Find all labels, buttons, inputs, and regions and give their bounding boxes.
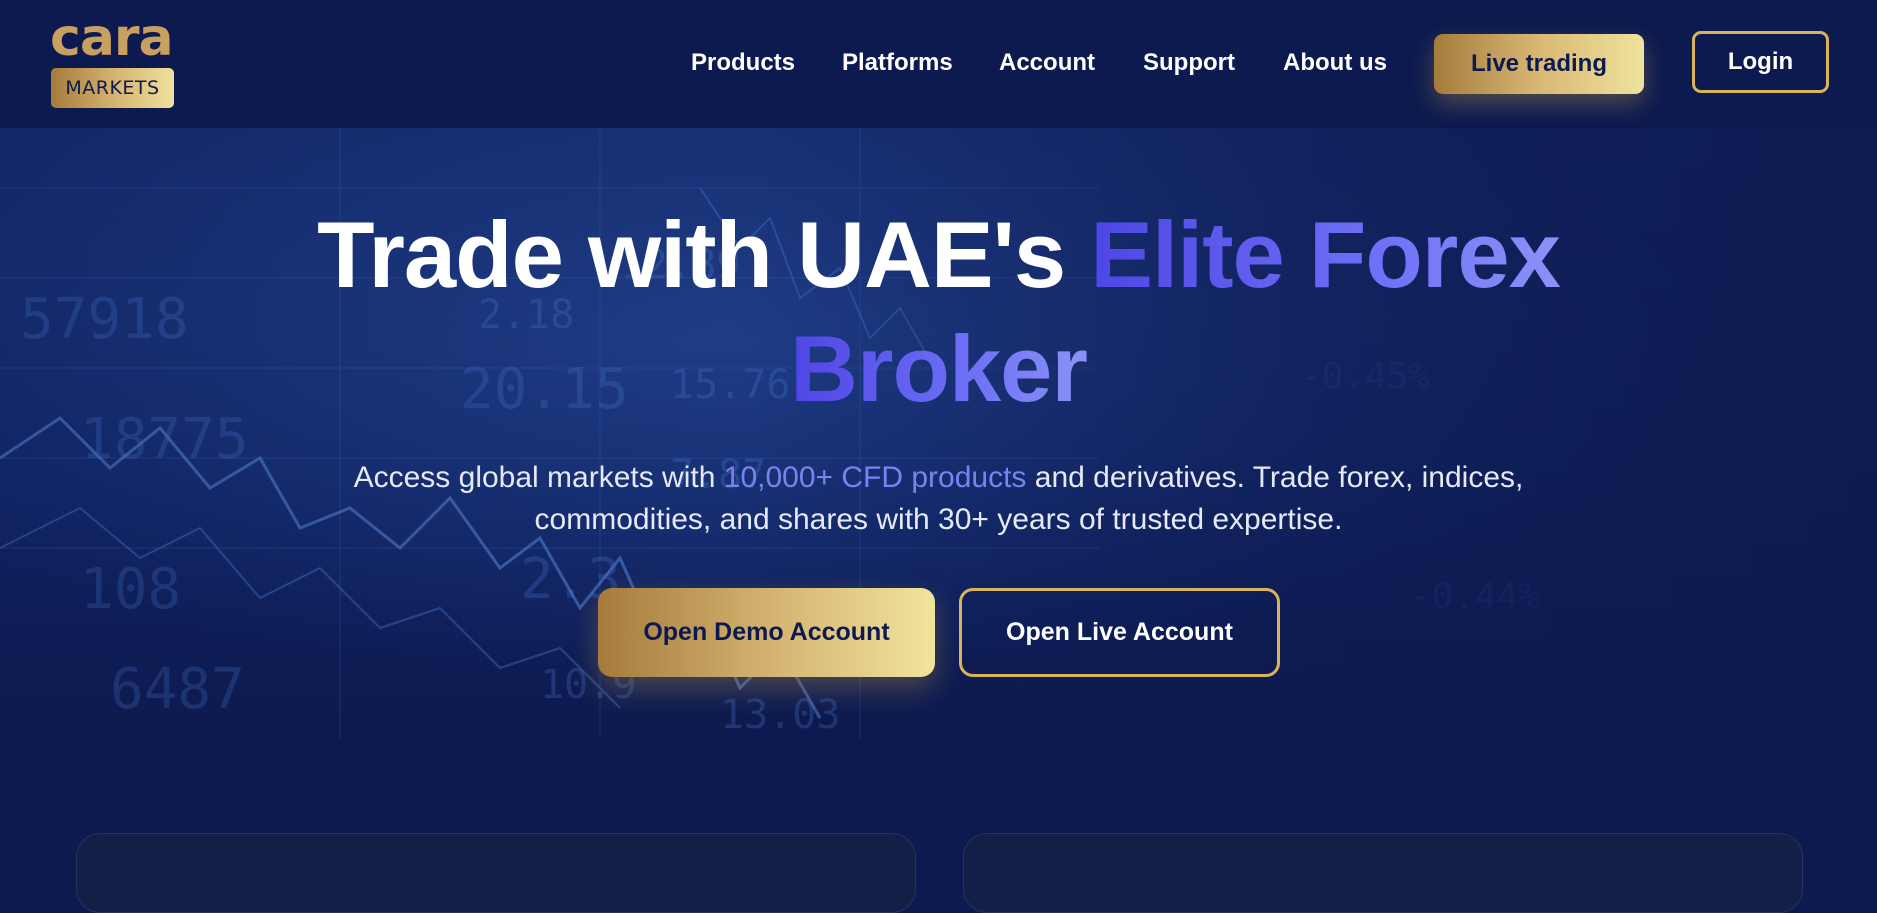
- hero-headline-accent: Elite Forex: [1090, 202, 1561, 307]
- nav-item-about-us[interactable]: About us: [1283, 48, 1387, 78]
- nav-item-platforms[interactable]: Platforms: [842, 48, 953, 78]
- nav-item-support[interactable]: Support: [1143, 48, 1235, 78]
- nav-item-products[interactable]: Products: [691, 48, 795, 78]
- open-live-account-button[interactable]: Open Live Account: [959, 588, 1280, 677]
- feature-card-left: [76, 833, 916, 913]
- logo-wordmark: cara: [50, 8, 174, 68]
- hero-subtext-part-1: Access global markets with: [353, 461, 716, 494]
- hero-subtext-part-2: and derivatives. Trade forex, indices,: [1034, 461, 1524, 494]
- live-trading-button[interactable]: Live trading: [1434, 34, 1644, 94]
- hero-subtext-line-1: Access global markets with 10,000+ CFD p…: [0, 457, 1877, 499]
- hero-headline-line-1: Trade with UAE's Elite Forex: [0, 198, 1877, 312]
- nav-item-account[interactable]: Account: [999, 48, 1095, 78]
- hero-headline: Trade with UAE's Elite Forex Broker: [0, 198, 1877, 426]
- cfd-products-highlight: 10,000+ CFD products: [723, 461, 1027, 494]
- feature-card-right: [963, 833, 1803, 913]
- hero-subtext-line-2: commodities, and shares with 30+ years o…: [534, 503, 1343, 536]
- hero-headline-plain: Trade with UAE's: [317, 202, 1066, 307]
- hero-subtext: Access global markets with 10,000+ CFD p…: [0, 457, 1877, 541]
- hero-headline-line-2: Broker: [0, 312, 1877, 426]
- login-button[interactable]: Login: [1692, 31, 1829, 93]
- cara-markets-logo[interactable]: cara MARKETS: [50, 8, 174, 110]
- hero-headline-accent-2: Broker: [789, 316, 1088, 421]
- logo-badge: MARKETS: [51, 68, 174, 108]
- open-demo-account-button[interactable]: Open Demo Account: [598, 588, 935, 677]
- site-header: cara MARKETS Products Platforms Account …: [0, 0, 1877, 128]
